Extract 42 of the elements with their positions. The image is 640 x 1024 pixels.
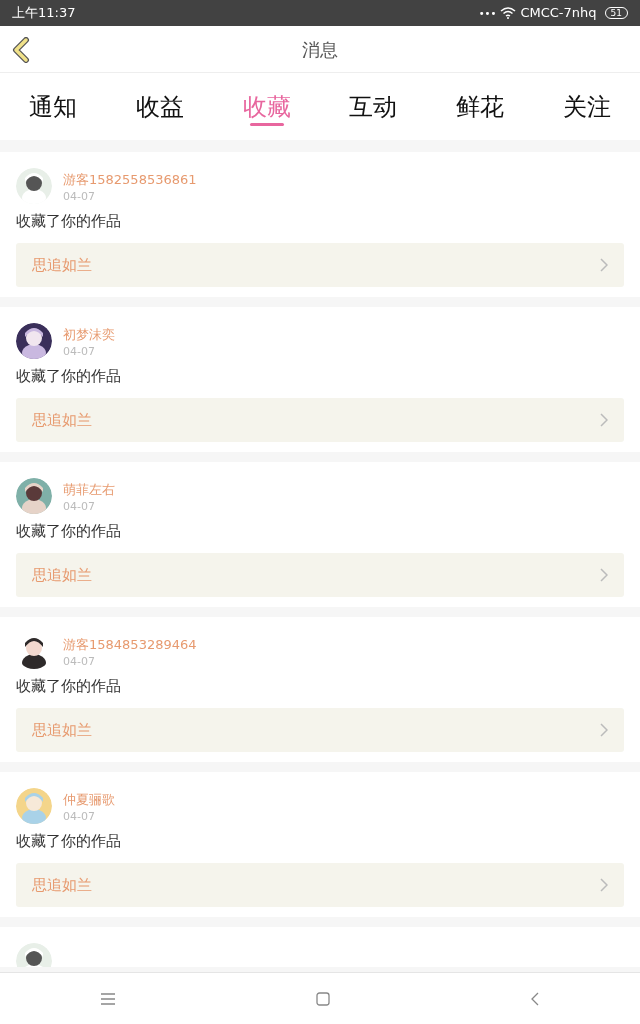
back-button[interactable]	[10, 36, 32, 64]
message-date: 04-07	[63, 499, 96, 515]
user-name[interactable]: 游客1582558536861	[63, 171, 197, 189]
tab[interactable]: 鲜花	[426, 73, 534, 140]
tab[interactable]: 关注	[533, 73, 640, 140]
chevron-right-icon	[600, 568, 608, 582]
work-link[interactable]: 思追如兰	[16, 863, 624, 907]
wifi-icon	[500, 7, 517, 19]
user-name[interactable]: 游客1584853289464	[63, 636, 197, 654]
message-text: 收藏了你的作品	[16, 366, 122, 386]
page-title: 消息	[302, 37, 338, 62]
home-icon[interactable]	[316, 991, 330, 1006]
tab-underline	[249, 123, 284, 126]
work-link[interactable]: 思追如兰	[16, 243, 624, 287]
tab[interactable]: 通知	[0, 73, 107, 140]
work-link[interactable]: 思追如兰	[16, 708, 624, 752]
user-name[interactable]: 初梦沫奕	[63, 326, 115, 344]
tab[interactable]: 收藏	[213, 73, 320, 140]
menu-icon[interactable]	[100, 992, 115, 1005]
network-name: CMCC-7nhq	[520, 4, 597, 23]
chevron-right-icon	[600, 723, 608, 737]
message-text: 收藏了你的作品	[16, 211, 122, 231]
message-text: 收藏了你的作品	[16, 521, 122, 541]
work-link[interactable]: 思追如兰	[16, 553, 624, 597]
status-dots: •••	[478, 6, 497, 21]
message-date: 04-07	[63, 654, 96, 670]
user-name[interactable]: 仲夏骊歌	[63, 791, 115, 809]
back-icon	[12, 37, 30, 63]
back-icon[interactable]	[531, 991, 540, 1006]
chevron-right-icon	[600, 258, 608, 272]
work-link[interactable]: 思追如兰	[16, 398, 624, 442]
message-text: 收藏了你的作品	[16, 676, 122, 696]
user-name[interactable]: 萌菲左右	[63, 481, 115, 499]
message-text: 收藏了你的作品	[16, 831, 122, 851]
chevron-right-icon	[600, 878, 608, 892]
message-date: 04-07	[63, 189, 96, 205]
message-date: 04-07	[63, 809, 96, 825]
tab[interactable]: 收益	[106, 73, 214, 140]
message-date: 04-07	[63, 344, 96, 360]
status-time: 上午11:37	[12, 4, 76, 23]
chevron-right-icon	[600, 413, 608, 427]
tab[interactable]: 互动	[320, 73, 427, 140]
